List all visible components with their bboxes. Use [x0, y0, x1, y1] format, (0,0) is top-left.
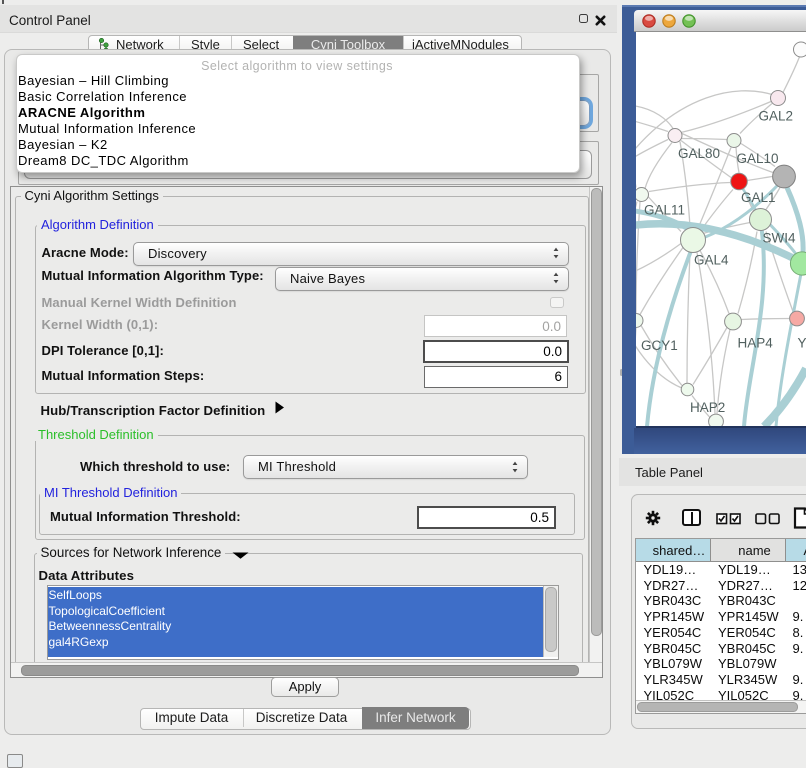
- svg-text:GAL80: GAL80: [678, 146, 720, 161]
- svg-text:GAL1: GAL1: [741, 190, 776, 205]
- svg-text:HAP2: HAP2: [690, 400, 725, 415]
- svg-text:GAL2: GAL2: [759, 108, 794, 123]
- svg-text:GAL11: GAL11: [644, 202, 685, 217]
- svg-text:GAL10: GAL10: [737, 151, 779, 166]
- svg-text:HAP4: HAP4: [738, 335, 774, 350]
- svg-text:GAL4: GAL4: [694, 252, 729, 267]
- svg-text:Y: Y: [798, 335, 806, 350]
- svg-text:SWI4: SWI4: [763, 230, 796, 245]
- svg-text:GCY1: GCY1: [641, 338, 678, 353]
